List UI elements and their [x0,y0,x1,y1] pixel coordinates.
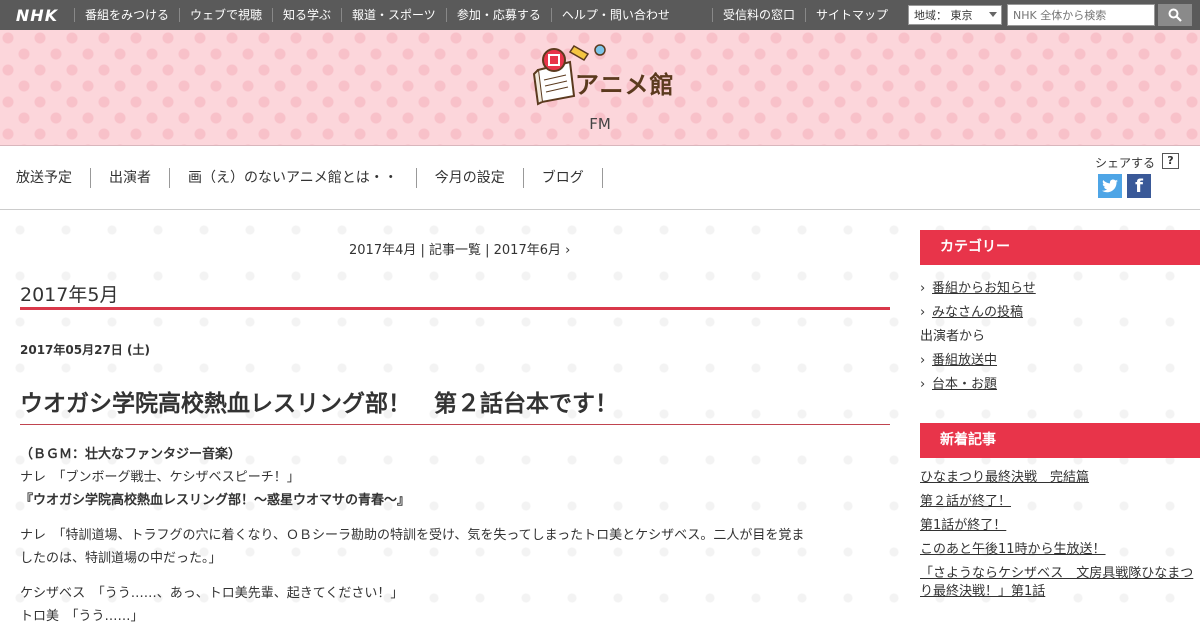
search-icon [1168,8,1182,22]
chevron-right-icon: › [920,305,926,320]
sidebar-news-item[interactable]: このあと午後11時から生放送！ [920,541,1200,559]
post-line: ナレ 「ブンボーグ戦士、ケシザベスピーチ！」 [20,470,300,485]
sidebar-news-item[interactable]: 「さようならケシザベス 文房具戦隊ひなまつり最終決戦！」第1話 [920,565,1200,601]
sidebar-category-item[interactable]: › 台本・お題 [920,373,997,392]
sidebar-news-item[interactable]: ひなまつり最終決戦 完結篇 [920,469,1200,487]
share-label: シェアする [1095,156,1156,170]
archive-month-heading: 2017年5月 [20,284,119,306]
post-line: 『ウオガシ学院高校熱血レスリング部！～惑星ウオマサの青春～』 [20,493,411,508]
post-line: トロ美 「うう……」 [20,609,144,624]
facebook-share-button[interactable]: f [1127,174,1151,198]
global-nav: 番組をみつける ウェブで視聴 知る学ぶ 報道・スポーツ 参加・応募する ヘルプ・… [74,0,680,30]
post-line: したのは、特訓道場の中だった。」 [20,551,222,566]
program-station: FM [589,115,611,133]
region-select[interactable]: 地域： 東京 [908,5,1002,25]
share-help-button[interactable]: ? [1162,153,1179,169]
global-nav-find-programs[interactable]: 番組をみつける [74,8,179,22]
twitter-icon [1102,178,1118,192]
global-nav-help[interactable]: ヘルプ・問い合わせ [550,8,680,22]
sidebar-category-item[interactable]: › 番組放送中 [920,349,997,368]
chevron-right-icon: › [920,281,926,296]
archive-pager[interactable]: 2017年4月 | 記事一覧 | 2017年6月 › [349,239,570,258]
sidebar-news-item[interactable]: 第２話が終了！ [920,493,1200,511]
global-nav-sitemap[interactable]: サイトマップ [805,8,898,22]
facebook-icon: f [1135,175,1143,197]
search-input[interactable] [1007,4,1155,26]
global-nav-fee-window[interactable]: 受信料の窓口 [712,8,805,22]
nav-blog[interactable]: ブログ [524,168,603,188]
sidebar-categories-heading: カテゴリー [920,230,1200,265]
post-line: ケシザベス 「うう……、あっ、トロ美先輩、起きてください！」 [20,586,404,601]
global-nav-bar: NHK 番組をみつける ウェブで視聴 知る学ぶ 報道・スポーツ 参加・応募する … [0,0,1200,30]
chevron-right-icon: › [920,353,926,368]
nav-schedule[interactable]: 放送予定 [0,168,91,188]
nav-cast[interactable]: 出演者 [91,168,170,188]
sidebar-category-group: 出演者から [920,329,986,344]
global-nav-participate[interactable]: 参加・応募する [445,8,551,22]
sidebar-category-item[interactable]: › 番組からお知らせ [920,277,1036,296]
post-body: （ＢＧＭ：壮大なファンタジー音楽） ナレ 「ブンボーグ戦士、ケシザベスピーチ！」… [20,443,890,628]
post-line: ナレ 「特訓道場、トラフグの穴に着くなり、ＯＢシーラ勘助の特訓を受け、気を失って… [20,528,805,543]
program-header: アニメ館 FM [0,30,1200,146]
search-button[interactable] [1158,4,1192,26]
program-nav: 放送予定 出演者 画（え）のないアニメ館とは・・ 今月の設定 ブログ シェアする… [0,146,1200,210]
chevron-right-icon: › [920,377,926,392]
twitter-share-button[interactable] [1098,174,1122,198]
region-select-value: 地域： 東京 [914,9,973,22]
title-divider [20,424,890,425]
global-nav-right: 受信料の窓口 サイトマップ [712,0,898,30]
sidebar-category-item[interactable]: › みなさんの投稿 [920,301,1023,320]
sidebar-news-item[interactable]: 第1話が終了！ [920,517,1200,535]
post-date: 2017年05月27日 (土) [20,343,150,357]
sidebar-news-heading: 新着記事 [920,423,1200,458]
chevron-down-icon [989,12,997,17]
nav-about[interactable]: 画（え）のないアニメ館とは・・ [170,168,417,188]
global-nav-news-sports[interactable]: 報道・スポーツ [341,8,446,22]
global-nav-watch-web[interactable]: ウェブで視聴 [179,8,272,22]
nhk-logo[interactable]: NHK [0,0,74,30]
main-content: 2017年4月 | 記事一覧 | 2017年6月 › 2017年5月 2017年… [0,210,1200,630]
global-nav-learn[interactable]: 知る学ぶ [272,8,341,22]
post-title[interactable]: ウオガシ学院高校熱血レスリング部！ 第２話台本です！ [20,384,618,418]
post-line: （ＢＧＭ：壮大なファンタジー音楽） [20,447,242,462]
month-divider [20,307,890,310]
nav-monthly-setting[interactable]: 今月の設定 [417,168,524,188]
program-logo-text: アニメ館 [575,71,675,99]
